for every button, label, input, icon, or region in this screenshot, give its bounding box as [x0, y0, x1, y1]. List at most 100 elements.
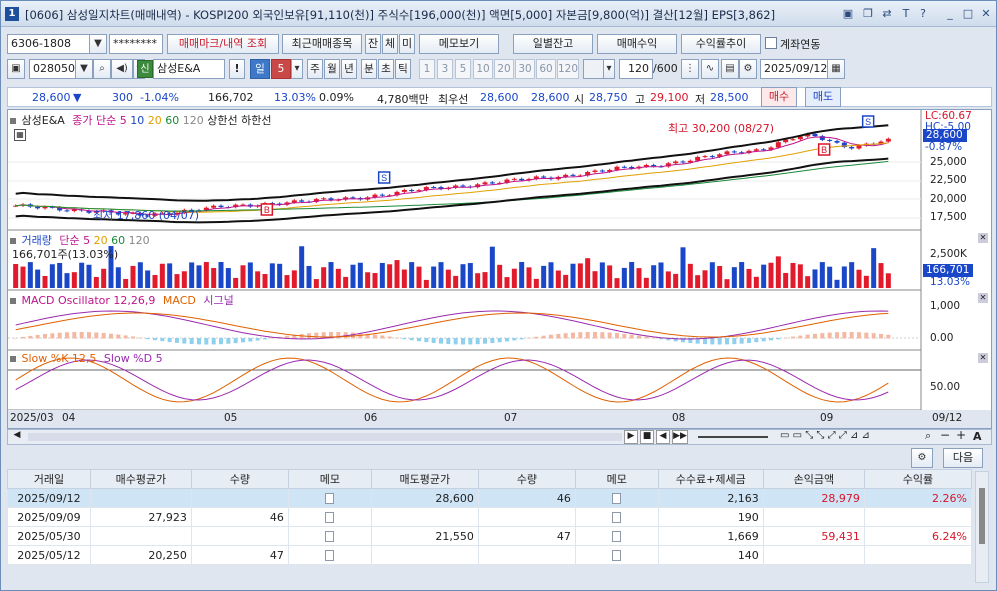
balance-button[interactable]: 잔: [365, 34, 381, 54]
period-tick-button[interactable]: 틱: [395, 59, 411, 79]
buy-memo-cell[interactable]: [287, 488, 372, 508]
interval-60-button[interactable]: 60: [536, 59, 556, 79]
minimize-icon[interactable]: _: [943, 7, 957, 21]
interval-1-button[interactable]: 1: [419, 59, 435, 79]
buy-button[interactable]: 매수: [761, 87, 797, 107]
warning-button[interactable]: !: [229, 59, 245, 79]
interval-30-button[interactable]: 30: [515, 59, 535, 79]
close-slow-panel-icon[interactable]: ✕: [978, 353, 988, 363]
zoom-slider[interactable]: [698, 436, 768, 438]
header-sell-memo[interactable]: 메모: [574, 469, 659, 489]
buy-memo-cell[interactable]: [287, 507, 372, 527]
data-count-input[interactable]: 120: [619, 59, 653, 79]
header-buy-memo[interactable]: 메모: [287, 469, 372, 489]
header-return[interactable]: 수익률: [863, 469, 973, 489]
table-row[interactable]: 2025/05/12 20,250 47 140: [7, 545, 973, 565]
memo-icon[interactable]: [612, 512, 622, 523]
period-day-button[interactable]: 일: [250, 59, 270, 79]
help-icon[interactable]: ?: [916, 7, 930, 21]
zoom-in-icon[interactable]: +: [956, 428, 966, 442]
period-count-dropdown-icon[interactable]: ▾: [291, 59, 303, 79]
interval-3-button[interactable]: 3: [437, 59, 453, 79]
data-table-icon[interactable]: ▦: [14, 129, 26, 141]
table-row[interactable]: 2025/09/12 28,600 46 2,163 28,979 2.26%: [7, 488, 973, 508]
sell-memo-cell[interactable]: [574, 488, 659, 508]
period-second-button[interactable]: 초: [378, 59, 394, 79]
close-macd-panel-icon[interactable]: ✕: [978, 293, 988, 303]
account-link-checkbox[interactable]: [765, 37, 777, 49]
chart-scrollbar[interactable]: [28, 433, 622, 441]
header-sell-qty[interactable]: 수량: [477, 469, 576, 489]
memo-add-icon[interactable]: [325, 512, 335, 523]
close-volume-panel-icon[interactable]: ✕: [978, 233, 988, 243]
period-minute-button[interactable]: 분: [361, 59, 377, 79]
executed-button[interactable]: 체: [382, 34, 398, 54]
calendar-icon[interactable]: ▦: [827, 59, 845, 79]
draw-tools-icon[interactable]: ▭ ▭ ⤡ ⤡ ⤢ ⤢ ⊿ ⊿: [780, 430, 870, 441]
font-size-icon[interactable]: A: [973, 430, 982, 443]
zoom-search-icon[interactable]: ⌕: [925, 429, 931, 443]
header-buy-qty[interactable]: 수량: [190, 469, 289, 489]
memo-add-icon[interactable]: [325, 550, 335, 561]
maximize-icon[interactable]: □: [961, 7, 975, 21]
buy-memo-cell[interactable]: [287, 545, 372, 565]
trade-mark-query-button[interactable]: 매매마크/내역 조회: [167, 34, 279, 54]
memo-add-icon[interactable]: [612, 493, 622, 504]
header-fee-tax[interactable]: 수수료+제세금: [657, 469, 764, 489]
memo-view-button[interactable]: 메모보기: [419, 34, 499, 54]
recent-trades-button[interactable]: 최근매매종목: [282, 34, 362, 54]
code-dropdown-icon[interactable]: ▼: [75, 59, 93, 79]
memo-icon[interactable]: [612, 550, 622, 561]
daily-balance-button[interactable]: 일별잔고: [513, 34, 593, 54]
stock-chart[interactable]: SBSB 삼성E&A 종가 단순 5 10 20 60 120 상한선 하한선 …: [7, 109, 992, 429]
interval-20-button[interactable]: 20: [494, 59, 514, 79]
unexecuted-button[interactable]: 미: [399, 34, 415, 54]
header-pnl[interactable]: 손익금액: [762, 469, 865, 489]
interval-5-button[interactable]: 5: [455, 59, 471, 79]
header-buy-avg[interactable]: 매수평균가: [89, 469, 192, 489]
chart-canvas[interactable]: S B S B: [8, 110, 991, 428]
memo-icon[interactable]: [325, 493, 335, 504]
line-tool-icon[interactable]: ∿: [701, 59, 719, 79]
header-trade-date[interactable]: 거래일: [7, 469, 91, 489]
stock-search-icon[interactable]: ▣: [7, 59, 25, 79]
copy-icon[interactable]: ❐: [861, 7, 875, 21]
interval-10-button[interactable]: 10: [473, 59, 493, 79]
stop-icon[interactable]: ■: [640, 430, 654, 444]
speaker-icon[interactable]: ◀): [111, 59, 133, 79]
link-icon[interactable]: ⇄: [880, 7, 894, 21]
interval-120-button[interactable]: 120: [557, 59, 579, 79]
fast-forward-icon[interactable]: ▶▶: [672, 430, 688, 444]
period-week-button[interactable]: 주: [307, 59, 323, 79]
dock-icon[interactable]: ▣: [841, 7, 855, 21]
save-icon[interactable]: ▤: [721, 59, 739, 79]
period-count-selector[interactable]: 5: [271, 59, 291, 79]
grid-scroll-thumb[interactable]: [979, 488, 985, 544]
memo-add-icon[interactable]: [612, 531, 622, 542]
sell-memo-cell[interactable]: [574, 526, 659, 546]
stock-name-field[interactable]: 삼성E&A: [153, 59, 225, 79]
table-row[interactable]: 2025/05/30 21,550 47 1,669 59,431 6.24%: [7, 526, 973, 546]
scroll-left-icon[interactable]: ◀: [10, 430, 24, 444]
custom-interval-dropdown-icon[interactable]: ▾: [603, 59, 615, 79]
next-button[interactable]: 다음: [943, 448, 983, 468]
password-input[interactable]: ********: [109, 34, 163, 54]
stock-code-input[interactable]: 028050: [29, 59, 77, 79]
settings-icon[interactable]: ⚙: [739, 59, 757, 79]
memo-icon[interactable]: [325, 531, 335, 542]
return-trend-button[interactable]: 수익률추이: [681, 34, 761, 54]
sell-memo-cell[interactable]: [574, 545, 659, 565]
play-icon[interactable]: ▶: [624, 430, 638, 444]
grid-settings-icon[interactable]: ⚙: [911, 448, 933, 468]
buy-memo-cell[interactable]: [287, 526, 372, 546]
sell-button[interactable]: 매도: [805, 87, 841, 107]
font-icon[interactable]: T: [899, 7, 913, 21]
sell-memo-cell[interactable]: [574, 507, 659, 527]
step-back-icon[interactable]: ◀: [656, 430, 670, 444]
period-month-button[interactable]: 월: [324, 59, 340, 79]
table-row[interactable]: 2025/09/09 27,923 46 190: [7, 507, 973, 527]
indicator-icon[interactable]: ⋮: [681, 59, 699, 79]
header-sell-avg[interactable]: 매도평균가: [370, 469, 479, 489]
grid-scrollbar[interactable]: [975, 471, 989, 583]
account-dropdown-icon[interactable]: ▼: [89, 34, 107, 54]
